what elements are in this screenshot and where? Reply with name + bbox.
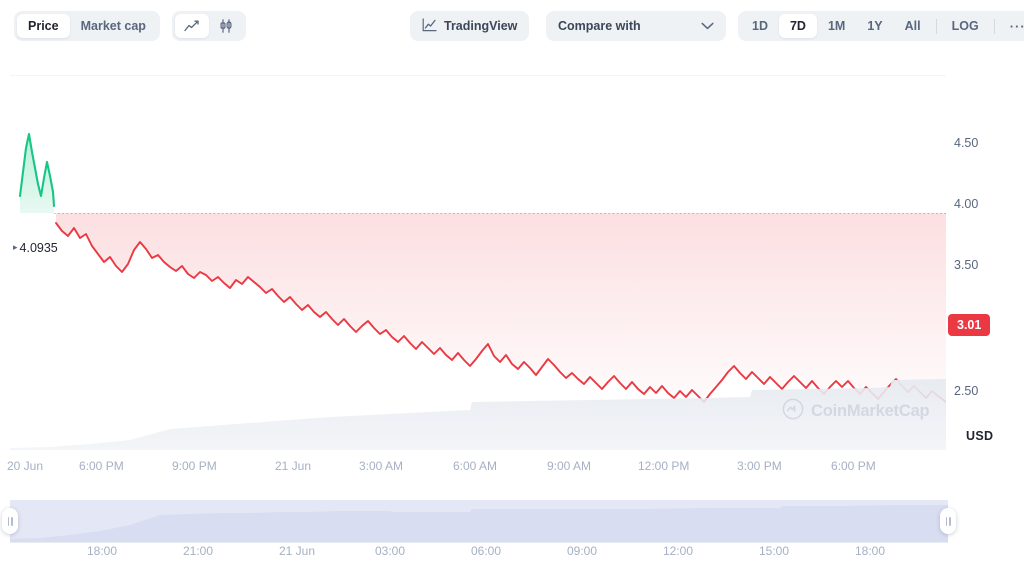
reference-caret-icon: ▸ — [13, 242, 18, 252]
tradingview-label: TradingView — [444, 19, 518, 33]
x-tick-2: 9:00 PM — [172, 459, 217, 473]
nav-x-tick-1: 21:00 — [183, 544, 214, 558]
tab-market-cap[interactable]: Market cap — [70, 14, 157, 38]
price-chart-panel: CoinMarketCap ▸ 4.0935 — [0, 56, 1024, 456]
x-tick-3: 21 Jun — [275, 459, 312, 473]
navigator-track[interactable] — [10, 500, 948, 542]
range-all[interactable]: All — [894, 14, 932, 38]
nav-x-tick-2: 21 Jun — [279, 544, 316, 558]
tab-price[interactable]: Price — [17, 14, 70, 38]
x-tick-5: 6:00 AM — [453, 459, 498, 473]
x-tick-1: 6:00 PM — [79, 459, 124, 473]
range-7d[interactable]: 7D — [778, 14, 817, 38]
y-axis-currency-unit: USD — [966, 429, 994, 443]
x-tick-8: 3:00 PM — [737, 459, 782, 473]
nav-x-tick-6: 12:00 — [663, 544, 694, 558]
range-1y[interactable]: 1Y — [856, 14, 893, 38]
navigator-left-handle[interactable] — [2, 508, 18, 534]
x-tick-9: 6:00 PM — [831, 459, 876, 473]
navigator-right-handle[interactable] — [940, 508, 956, 534]
x-tick-6: 9:00 AM — [547, 459, 592, 473]
y-tick-450: 4.50 — [954, 136, 979, 150]
tradingview-button[interactable]: TradingView — [410, 11, 530, 41]
navigator-series-svg — [10, 505, 948, 542]
line-chart-icon[interactable] — [175, 14, 209, 38]
price-marketcap-toggle-group: Price Market cap — [14, 11, 160, 41]
toolbar-divider-2 — [993, 18, 995, 34]
nav-x-tick-0: 18:00 — [87, 544, 118, 558]
chart-type-toggle-group — [172, 11, 246, 41]
nav-x-tick-8: 18:00 — [855, 544, 886, 558]
chart-toolbar: Price Market cap TradingView Compare wit… — [0, 0, 1024, 52]
compare-with-dropdown[interactable]: Compare with — [546, 11, 726, 41]
chevron-down-icon — [701, 19, 714, 33]
price-chart-svg — [10, 132, 946, 450]
log-scale-button[interactable]: LOG — [941, 14, 990, 38]
nav-x-tick-3: 03:00 — [375, 544, 406, 558]
range-1d[interactable]: 1D — [741, 14, 779, 38]
chart-plot-area[interactable]: CoinMarketCap — [10, 75, 946, 450]
nav-x-tick-5: 09:00 — [567, 544, 598, 558]
reference-price-annotation: ▸ 4.0935 — [13, 241, 58, 255]
y-tick-400: 4.00 — [954, 197, 979, 211]
nav-x-tick-7: 15:00 — [759, 544, 790, 558]
x-tick-0: 20 Jun — [7, 459, 44, 473]
x-tick-7: 12:00 PM — [638, 459, 690, 473]
y-tick-250: 2.50 — [954, 384, 979, 398]
compare-with-label: Compare with — [558, 19, 641, 33]
navigator-x-axis: 18:00 21:00 21 Jun 03:00 06:00 09:00 12:… — [0, 542, 1024, 566]
current-price-badge: 3.01 — [948, 314, 991, 336]
reference-price-label: 4.0935 — [19, 241, 58, 255]
time-range-toggle-group: 1D 7D 1M 1Y All LOG ··· — [738, 11, 1024, 41]
range-1m[interactable]: 1M — [817, 14, 856, 38]
nav-x-tick-4: 06:00 — [471, 544, 502, 558]
x-axis: 20 Jun 6:00 PM 9:00 PM 21 Jun 3:00 AM 6:… — [0, 456, 1024, 484]
y-tick-350: 3.50 — [954, 258, 979, 272]
y-axis: 4.50 4.00 3.50 3.01 2.50 USD — [948, 56, 1024, 456]
x-tick-4: 3:00 AM — [359, 459, 404, 473]
toolbar-divider-1 — [935, 18, 937, 34]
more-options-button[interactable]: ··· — [999, 14, 1024, 38]
candlestick-chart-icon[interactable] — [209, 14, 243, 38]
tradingview-icon — [422, 17, 437, 35]
